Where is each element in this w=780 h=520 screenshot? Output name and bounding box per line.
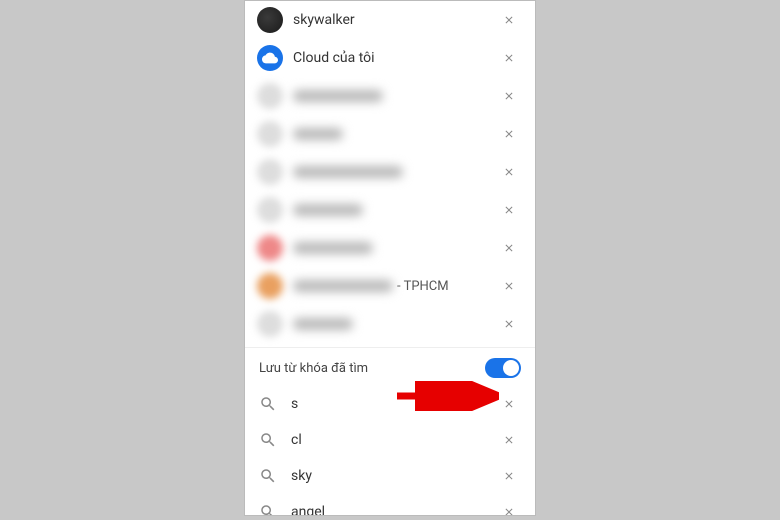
close-icon[interactable]: [499, 466, 519, 486]
search-history-row[interactable]: angel: [245, 494, 535, 516]
close-icon[interactable]: [499, 502, 519, 516]
contact-suffix: - TPHCM: [397, 279, 449, 294]
close-icon[interactable]: [499, 162, 519, 182]
close-icon[interactable]: [499, 430, 519, 450]
contact-name: skywalker: [293, 12, 499, 28]
contact-name-redacted: [293, 90, 383, 102]
avatar: [257, 83, 283, 109]
contact-row[interactable]: skywalker: [245, 1, 535, 39]
contact-name-redacted: [293, 242, 373, 254]
close-icon[interactable]: [499, 86, 519, 106]
close-icon[interactable]: [499, 276, 519, 296]
cloud-icon: [257, 45, 283, 71]
avatar: [257, 121, 283, 147]
search-query: cl: [291, 432, 499, 448]
contact-name-redacted: [293, 318, 353, 330]
search-icon: [259, 503, 277, 516]
close-icon[interactable]: [499, 200, 519, 220]
close-icon[interactable]: [499, 394, 519, 414]
search-icon: [259, 467, 277, 485]
close-icon[interactable]: [499, 10, 519, 30]
search-icon: [259, 431, 277, 449]
contact-name: Cloud của tôi: [293, 50, 499, 66]
contact-name-redacted: [293, 280, 393, 292]
contact-row[interactable]: [245, 191, 535, 229]
search-query: sky: [291, 468, 499, 484]
search-history-row[interactable]: sky: [245, 458, 535, 494]
contact-row[interactable]: [245, 115, 535, 153]
contact-name-redacted: [293, 166, 403, 178]
search-query: angel: [291, 504, 499, 516]
search-history-row[interactable]: s: [245, 386, 535, 422]
save-keywords-label: Lưu từ khóa đã tìm: [259, 361, 368, 376]
save-keywords-row: Lưu từ khóa đã tìm: [245, 347, 535, 386]
avatar: [257, 235, 283, 261]
avatar: [257, 311, 283, 337]
contact-name-redacted: [293, 128, 343, 140]
contact-row[interactable]: [245, 229, 535, 267]
search-query: s: [291, 396, 499, 412]
contact-row[interactable]: [245, 77, 535, 115]
contact-name-redacted: [293, 204, 363, 216]
contact-row[interactable]: - TPHCM: [245, 267, 535, 305]
contact-row[interactable]: [245, 153, 535, 191]
save-keywords-toggle[interactable]: [485, 358, 521, 378]
avatar: [257, 273, 283, 299]
search-history-row[interactable]: cl: [245, 422, 535, 458]
close-icon[interactable]: [499, 124, 519, 144]
contact-row[interactable]: Cloud của tôi: [245, 39, 535, 77]
close-icon[interactable]: [499, 238, 519, 258]
avatar: [257, 197, 283, 223]
avatar: [257, 159, 283, 185]
close-icon[interactable]: [499, 48, 519, 68]
close-icon[interactable]: [499, 314, 519, 334]
avatar: [257, 7, 283, 33]
app-frame: skywalker Cloud của tôi: [244, 0, 536, 516]
search-icon: [259, 395, 277, 413]
contact-row[interactable]: [245, 305, 535, 343]
